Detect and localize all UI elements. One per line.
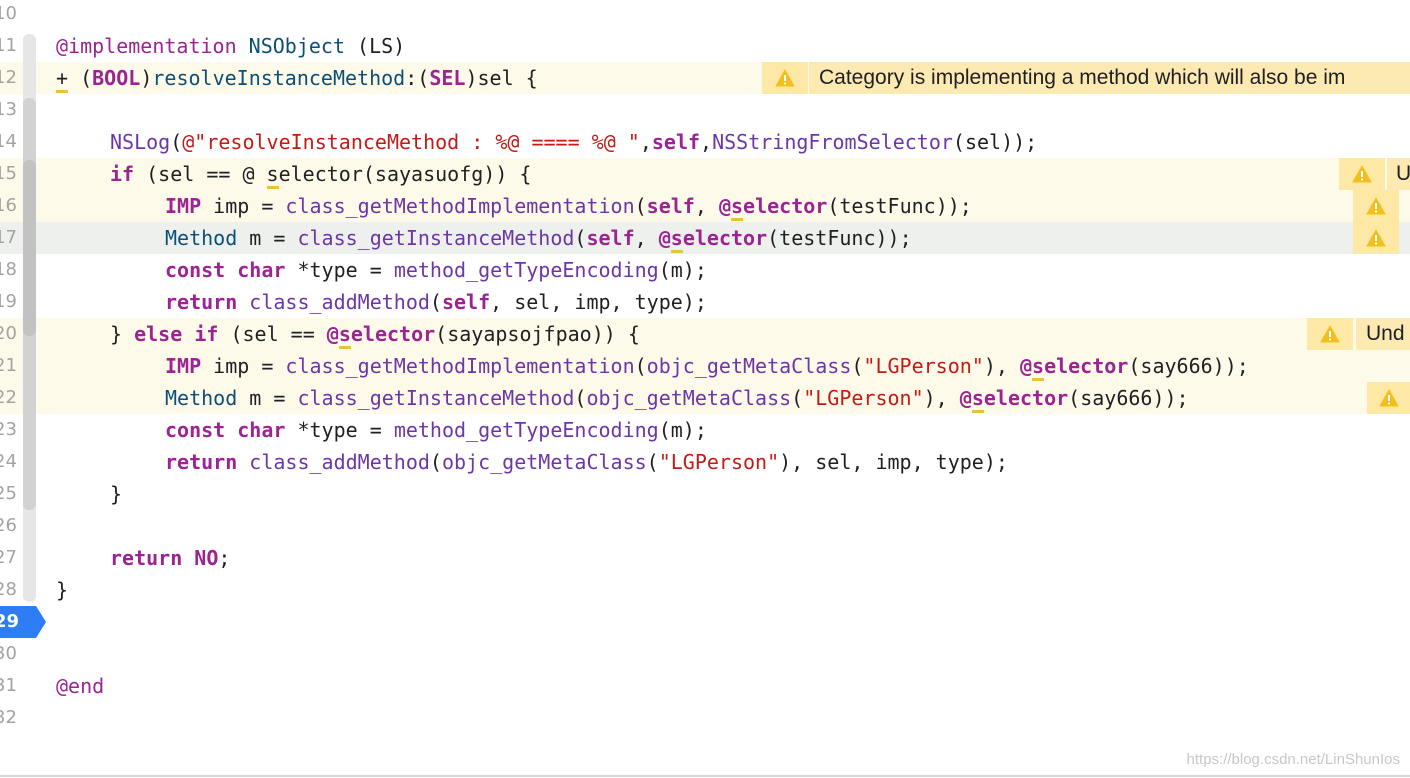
bottom-divider <box>0 775 1410 777</box>
line-number[interactable]: 32 <box>0 702 17 734</box>
code-line-11[interactable]: @implementation NSObject (LS) <box>0 30 1410 62</box>
code-line-20[interactable]: } else if (sel == @selector(sayapsojfpao… <box>0 318 1410 350</box>
code-line-25[interactable]: } <box>0 478 1410 510</box>
watermark: https://blog.csdn.net/LinShunIos <box>1186 751 1400 768</box>
issue-message-line-20[interactable]: Und <box>1356 318 1410 350</box>
issue-badge-line-15[interactable] <box>1339 158 1385 190</box>
issue-badge-line-16[interactable] <box>1353 190 1399 222</box>
line-number[interactable]: 13 <box>0 94 17 126</box>
line-number[interactable]: 26 <box>0 510 17 542</box>
warning-icon <box>1379 389 1398 407</box>
code-line-18[interactable]: const char *type = method_getTypeEncodin… <box>0 254 1410 286</box>
code-line-19[interactable]: return class_addMethod(self, sel, imp, t… <box>0 286 1410 318</box>
code-line-28[interactable]: } <box>0 574 1410 606</box>
warning-icon <box>775 69 795 87</box>
code-line-31[interactable]: @end <box>0 670 1410 702</box>
issue-badge-line-17[interactable] <box>1353 222 1399 254</box>
code-line-17[interactable]: Method m = class_getInstanceMethod(self,… <box>0 222 1410 254</box>
warning-icon <box>1366 197 1386 215</box>
code-editor[interactable]: 1011121314151617181920212223242526272830… <box>0 0 1410 778</box>
code-line-27[interactable]: return NO; <box>0 542 1410 574</box>
code-line-16[interactable]: IMP imp = class_getMethodImplementation(… <box>0 190 1410 222</box>
line-number[interactable]: 10 <box>0 0 17 30</box>
breakpoint-line-number: 29 <box>0 611 20 632</box>
issue-badge-line-12[interactable] <box>762 62 808 94</box>
code-line-23[interactable]: const char *type = method_getTypeEncodin… <box>0 414 1410 446</box>
issue-badge-line-20[interactable] <box>1307 318 1353 350</box>
code-line-14[interactable]: NSLog(@"resolveInstanceMethod : %@ ==== … <box>0 126 1410 158</box>
warning-icon <box>1366 229 1386 247</box>
issue-message-line-15[interactable]: U <box>1387 158 1410 190</box>
issue-badge-line-22[interactable] <box>1367 382 1410 414</box>
code-line-21[interactable]: IMP imp = class_getMethodImplementation(… <box>0 350 1410 382</box>
code-line-22[interactable]: Method m = class_getInstanceMethod(objc_… <box>0 382 1410 414</box>
warning-icon <box>1352 165 1372 183</box>
line-number[interactable]: 30 <box>0 638 17 670</box>
issue-message-line-12[interactable]: Category is implementing a method which … <box>809 62 1410 94</box>
code-line-24[interactable]: return class_addMethod(objc_getMetaClass… <box>0 446 1410 478</box>
warning-icon <box>1320 325 1340 343</box>
code-line-15[interactable]: if (sel == @ selector(sayasuofg)) { <box>0 158 1410 190</box>
